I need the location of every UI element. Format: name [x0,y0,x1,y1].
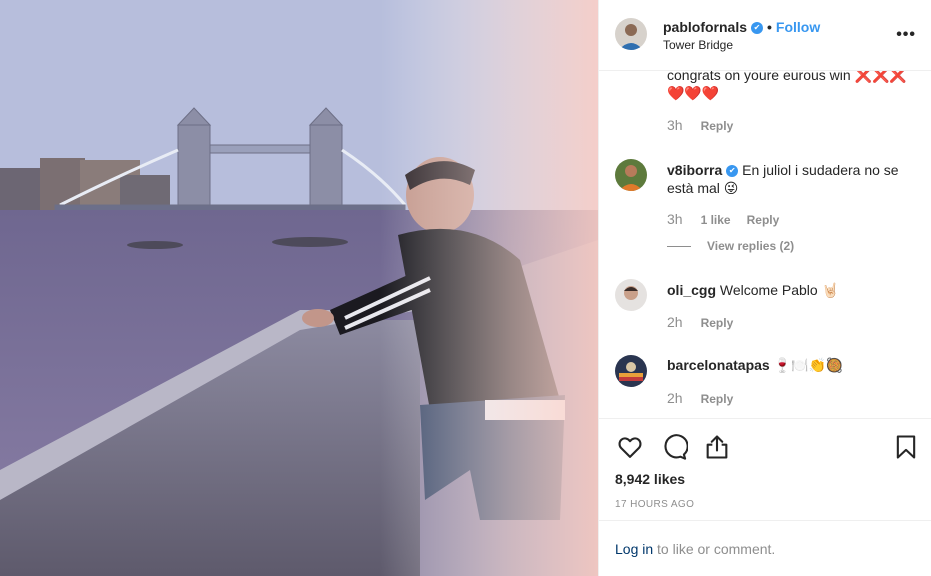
comment-meta: 2h Reply [667,390,749,406]
post-header: pablofornals ✔ • Follow Tower Bridge ••• [599,0,931,71]
post-photo[interactable] [0,0,598,576]
likes-count[interactable]: 8,942 likes [615,471,685,487]
login-link[interactable]: Log in [615,541,653,557]
reply-button[interactable]: Reply [701,316,734,330]
divider-line [667,246,691,248]
comments-list[interactable]: congrats on youre eurous win ❌❌❌ ❤️❤️❤️ … [599,71,931,418]
more-options-icon[interactable]: ••• [896,26,916,44]
login-prompt-text: to like or comment. [653,541,776,557]
comment-meta: 3h Reply [667,117,749,133]
comment-text: Welcome Pablo 🤘🏻 [719,282,840,298]
commenter-avatar[interactable] [615,159,647,191]
bookmark-icon[interactable] [892,433,920,461]
comment-bubble-icon[interactable] [660,433,689,461]
comment-text: En juliol i sudadera no se [742,162,899,178]
commenter-username[interactable]: oli_cgg [667,282,716,298]
comment-text: 🍷🍽️👏🥘 [773,357,844,373]
follow-button[interactable]: Follow [776,19,820,35]
separator-dot: • [767,19,772,35]
comment-text-line: v8iborra ✔ En juliol i sudadera no se [667,161,899,179]
comment-meta: 2h Reply [667,314,749,330]
verified-badge-icon: ✔ [726,165,739,178]
avatar[interactable] [615,18,647,50]
commenter-avatar[interactable] [615,279,647,311]
comment-meta: 3h 1 like Reply [667,211,795,227]
commenter-avatar[interactable] [615,355,647,387]
comment-text-line: barcelonatapas 🍷🍽️👏🥘 [667,356,843,374]
login-prompt: Log in to like or comment. [599,520,931,576]
comment-text-continued: ❤️❤️❤️ [667,85,720,101]
post-sidebar: pablofornals ✔ • Follow Tower Bridge ••• co… [598,0,931,576]
heart-icon[interactable] [616,433,644,461]
comment-time[interactable]: 2h [667,314,683,330]
reply-button[interactable]: Reply [701,392,734,406]
location-link[interactable]: Tower Bridge [663,38,733,52]
comment-time[interactable]: 3h [667,117,683,133]
reply-button[interactable]: Reply [701,119,734,133]
comment-text-continued: està mal 😜 [667,180,739,196]
view-replies-label: View replies (2) [707,239,795,253]
post-timestamp[interactable]: 17 HOURS AGO [615,499,694,510]
post-actions: 8,942 likes 17 HOURS AGO [599,418,931,518]
photo-scene [0,0,598,576]
share-icon[interactable] [703,433,731,461]
verified-badge-icon: ✔ [751,22,764,35]
view-replies-button[interactable]: View replies (2) [667,239,794,253]
author-line: pablofornals ✔ • Follow [663,19,820,35]
comment-text: congrats on youre eurous win ❌❌❌ [667,71,907,83]
commenter-username[interactable]: barcelonatapas [667,357,770,373]
comment-likes-count[interactable]: 1 like [701,213,731,227]
comment-text-line: oli_cgg Welcome Pablo 🤘🏻 [667,281,839,299]
reply-button[interactable]: Reply [747,213,780,227]
comment-time[interactable]: 3h [667,211,683,227]
author-username[interactable]: pablofornals [663,19,747,35]
commenter-username[interactable]: v8iborra [667,162,722,178]
comment-time[interactable]: 2h [667,390,683,406]
